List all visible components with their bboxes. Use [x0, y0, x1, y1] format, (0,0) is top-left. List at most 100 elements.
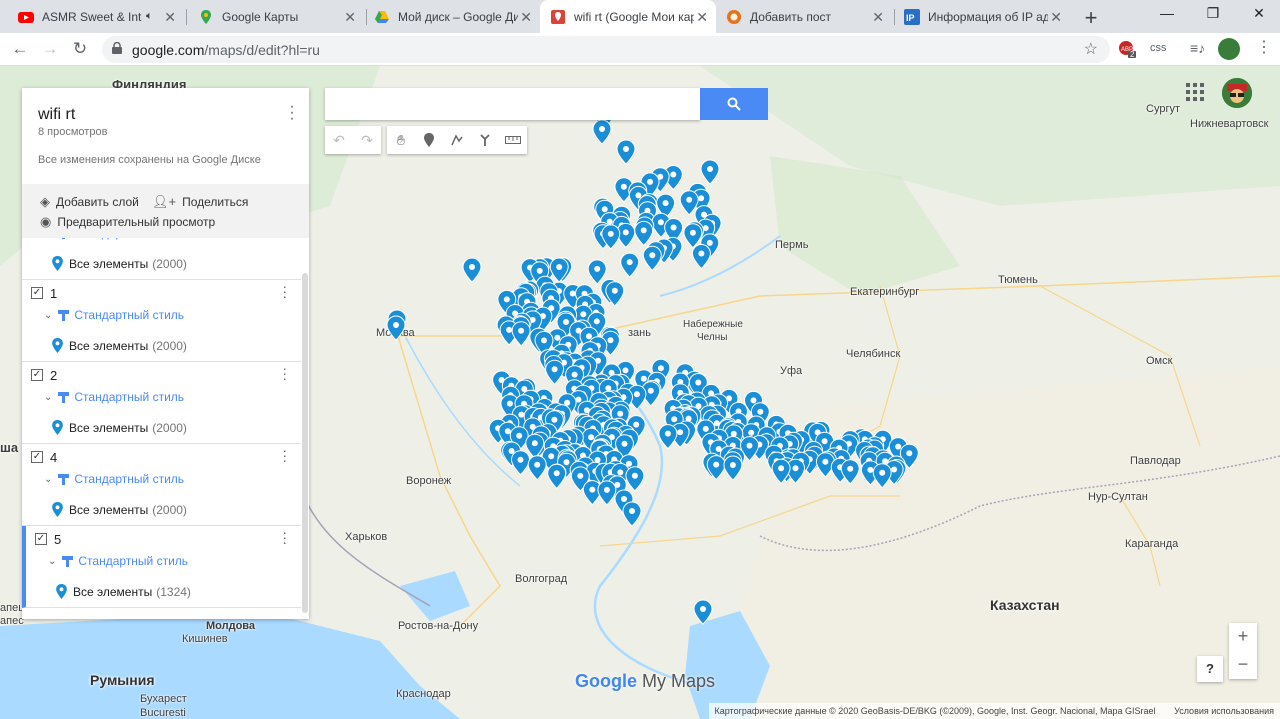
add-layer-button[interactable]: ◈ Добавить слой — [40, 194, 139, 210]
map-marker[interactable] — [658, 424, 678, 450]
layer-visibility-checkbox[interactable]: ✓ — [35, 533, 47, 545]
map-marker[interactable] — [691, 243, 711, 270]
map-marker[interactable] — [547, 463, 567, 490]
close-tab-icon[interactable]: ✕ — [1050, 9, 1062, 26]
layer-name[interactable]: 2 — [50, 368, 57, 383]
map-marker[interactable] — [616, 139, 636, 165]
layer-name[interactable]: 4 — [50, 450, 57, 465]
map-marker[interactable] — [511, 321, 531, 347]
close-tab-icon[interactable]: ✕ — [164, 9, 176, 26]
layer-style-button[interactable]: ⌄Стандартный стиль — [44, 472, 184, 486]
zoom-in-button[interactable]: + — [1229, 623, 1257, 651]
url-text: google.com/maps/d/edit?hl=ru — [132, 42, 320, 58]
zoom-out-button[interactable]: − — [1229, 651, 1257, 679]
layer-style-button[interactable]: ⌄Стандартный стиль — [44, 238, 184, 240]
layer-visibility-checkbox[interactable]: ✓ — [31, 369, 43, 381]
svg-text:IP: IP — [906, 13, 915, 23]
layer-items-row[interactable]: Все элементы (2000) — [52, 502, 187, 517]
map-marker[interactable] — [620, 252, 640, 278]
map-marker[interactable] — [625, 466, 645, 492]
map-marker[interactable] — [545, 359, 565, 385]
new-tab-button[interactable]: + — [1080, 5, 1102, 31]
undo-icon[interactable]: ↶ — [325, 126, 353, 154]
map-marker[interactable] — [723, 455, 743, 481]
close-tab-icon[interactable]: ✕ — [344, 9, 356, 26]
layer-style-button[interactable]: ⌄Стандартный стиль — [44, 308, 184, 322]
back-icon[interactable]: ← — [10, 39, 30, 59]
map-marker[interactable] — [622, 501, 642, 527]
profile-avatar[interactable] — [1218, 38, 1240, 60]
tab-google-drive[interactable]: Мой диск – Google Ди ✕ — [364, 0, 540, 33]
tab-google-maps[interactable]: Google Карты ✕ — [188, 0, 364, 33]
layer-name[interactable]: 5 — [54, 532, 61, 547]
help-button[interactable]: ? — [1197, 656, 1223, 682]
map-marker[interactable] — [683, 223, 703, 249]
map-views-count: 8 просмотров — [38, 126, 108, 138]
map-marker[interactable] — [386, 315, 406, 341]
layer-visibility-checkbox[interactable]: ✓ — [31, 451, 43, 463]
add-marker-icon[interactable] — [415, 126, 443, 154]
map-search-input[interactable] — [325, 88, 700, 120]
tab-my-maps[interactable]: wifi rt (Google Мои кар ✕ — [540, 0, 716, 33]
extension-adblock-icon[interactable]: ABP 2 — [1118, 40, 1136, 61]
panel-scrollbar[interactable] — [302, 273, 308, 613]
extension-css-icon[interactable]: css — [1150, 42, 1167, 54]
close-tab-icon[interactable]: ✕ — [520, 9, 532, 26]
draw-line-icon[interactable] — [443, 126, 471, 154]
layer-name[interactable]: 1 — [50, 286, 57, 301]
close-tab-icon[interactable]: ✕ — [872, 9, 884, 26]
layer-options-icon[interactable]: · · · — [282, 279, 287, 303]
tab-add-post[interactable]: Добавить пост ✕ — [716, 0, 892, 33]
map-marker[interactable] — [587, 259, 607, 285]
layer-style-button[interactable]: ⌄Стандартный стиль — [48, 554, 188, 568]
layer-items-row[interactable]: Все элементы (2000) — [52, 338, 187, 353]
map-marker[interactable] — [462, 257, 482, 283]
redo-icon[interactable]: ↷ — [353, 126, 381, 154]
terms-link[interactable]: Условия использования — [1174, 706, 1274, 716]
layer-items-row[interactable]: Все элементы (2000) — [52, 420, 187, 435]
map-marker[interactable] — [706, 455, 726, 481]
media-queue-icon[interactable]: ≡♪ — [1190, 40, 1205, 56]
map-marker[interactable] — [872, 463, 892, 489]
map-search-button[interactable] — [700, 88, 768, 120]
map-marker[interactable] — [510, 450, 531, 476]
layer-items-row[interactable]: Все элементы (2000) — [52, 256, 187, 271]
map-marker[interactable] — [840, 459, 860, 485]
map-marker[interactable] — [693, 599, 713, 625]
address-bar[interactable]: google.com/maps/d/edit?hl=ru ☆ — [102, 36, 1110, 63]
account-avatar[interactable] — [1222, 78, 1252, 108]
layer-options-icon[interactable]: · · · — [282, 525, 287, 549]
google-apps-icon[interactable] — [1186, 83, 1204, 101]
share-button[interactable]: 👤︎+ Поделиться — [152, 194, 248, 210]
map-marker[interactable] — [642, 245, 662, 272]
map-marker[interactable] — [592, 119, 612, 145]
maximize-button[interactable]: ❐ — [1190, 5, 1236, 27]
hand-icon[interactable]: ✋︎ — [387, 126, 415, 154]
layer-style-button[interactable]: ⌄Стандартный стиль — [44, 390, 184, 404]
forward-icon[interactable]: → — [40, 39, 60, 59]
layer-options-icon[interactable]: · · · — [282, 443, 287, 467]
tab-ip-info[interactable]: IP Информация об IP адр ✕ — [894, 0, 1070, 33]
close-tab-icon[interactable]: ✕ — [696, 9, 708, 26]
layer-visibility-checkbox[interactable]: ✓ — [31, 287, 43, 299]
map-canvas[interactable]: Финляндия Сургут Нижневартовск Пермь Ека… — [0, 66, 1280, 719]
tab-youtube[interactable]: ASMR Sweet & Inte 🔈︎ ✕ — [8, 0, 184, 33]
map-title[interactable]: wifi rt — [38, 106, 75, 124]
reload-icon[interactable]: ↻ — [70, 39, 90, 59]
preview-button[interactable]: ◉ Предварительный просмотр — [40, 214, 215, 230]
url-path: /maps/d/edit?hl=ru — [204, 42, 320, 58]
minimize-button[interactable]: — — [1144, 5, 1190, 27]
close-window-button[interactable]: ✕ — [1236, 5, 1280, 27]
map-marker[interactable] — [597, 480, 617, 506]
map-marker[interactable] — [634, 220, 654, 247]
directions-icon[interactable] — [471, 126, 499, 154]
ruler-icon[interactable] — [499, 126, 527, 154]
bookmark-star-icon[interactable]: ☆ — [1084, 39, 1098, 59]
layer-items-row[interactable]: Все элементы (1324) — [56, 584, 191, 599]
map-marker[interactable] — [700, 159, 720, 185]
speaker-icon[interactable]: 🔈︎ — [146, 10, 153, 23]
browser-menu-icon[interactable]: ⋮ — [1256, 37, 1272, 57]
layer-options-icon[interactable]: · · · — [282, 361, 287, 385]
map-marker[interactable] — [527, 455, 547, 481]
map-options-icon[interactable]: · · · — [285, 99, 299, 127]
